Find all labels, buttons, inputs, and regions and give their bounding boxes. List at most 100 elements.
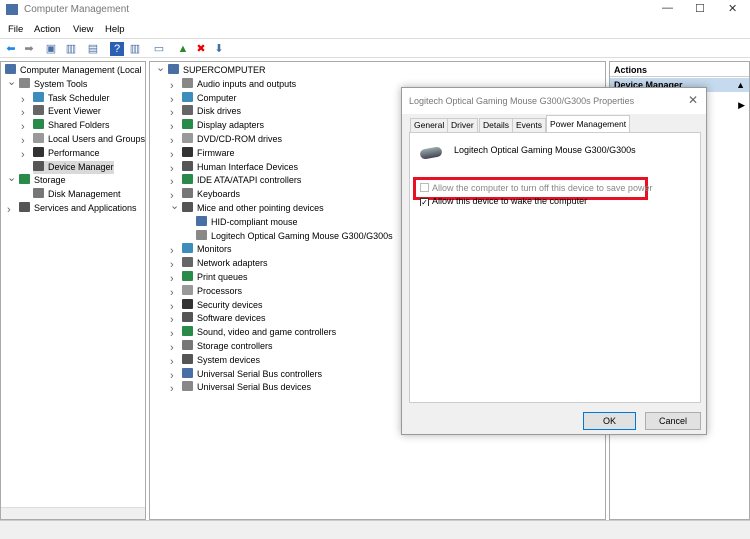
uninstall-icon[interactable]: ✖ — [194, 42, 208, 56]
expand-chevron-icon[interactable]: › — [170, 259, 174, 271]
expand-chevron-icon[interactable]: › — [170, 314, 174, 326]
update-driver-icon[interactable]: ▲ — [176, 42, 190, 56]
tab-general[interactable]: General — [410, 118, 449, 132]
tree-item[interactable]: Firmware — [182, 146, 235, 160]
tab-details[interactable]: Details — [479, 118, 513, 132]
allow-wake-checkbox[interactable]: ✓ Allow this device to wake the computer — [420, 198, 587, 206]
menu-help[interactable]: Help — [105, 24, 125, 35]
up-folder-icon[interactable]: ▣ — [44, 42, 58, 56]
collapse-icon[interactable]: ▲ — [736, 78, 745, 92]
minimize-button[interactable]: — — [662, 2, 673, 14]
tree-item[interactable]: Disk drives — [182, 105, 241, 118]
expand-chevron-icon[interactable]: › — [21, 121, 25, 133]
tree-item-label: Storage controllers — [197, 341, 273, 351]
tree-item[interactable]: Processors — [182, 284, 242, 298]
tree-item[interactable]: Services and Applications — [19, 202, 137, 215]
tree-item[interactable]: Disk Management — [33, 188, 121, 201]
tree-item[interactable]: Universal Serial Bus devices — [182, 381, 311, 394]
tree-item[interactable]: Human Interface Devices — [182, 160, 298, 174]
collapse-chevron-icon[interactable]: ⌄ — [7, 171, 16, 184]
tab-power-management[interactable]: Power Management — [546, 115, 631, 133]
tree-item[interactable]: Audio inputs and outputs — [182, 77, 296, 91]
menu-file[interactable]: File — [8, 24, 23, 35]
device-category-icon — [182, 174, 193, 185]
tree-item[interactable]: HID-compliant mouse — [196, 215, 298, 229]
expand-chevron-icon[interactable]: › — [170, 121, 174, 133]
expand-chevron-icon[interactable]: › — [170, 149, 174, 161]
expand-chevron-icon[interactable]: › — [170, 328, 174, 340]
tree-item[interactable]: SUPERCOMPUTER — [168, 64, 266, 77]
horizontal-scrollbar[interactable] — [1, 507, 145, 519]
expand-chevron-icon[interactable]: › — [170, 287, 174, 299]
expand-chevron-icon[interactable]: › — [170, 370, 174, 382]
menu-action[interactable]: Action — [34, 24, 60, 35]
tree-item[interactable]: System Tools — [19, 77, 87, 91]
expand-chevron-icon[interactable]: › — [21, 135, 25, 147]
tree-item[interactable]: Performance — [33, 146, 100, 160]
ok-button[interactable]: OK — [583, 412, 636, 430]
more-actions-icon[interactable]: ▶ — [738, 100, 745, 111]
tree-item[interactable]: System devices — [182, 353, 260, 367]
expand-chevron-icon[interactable]: › — [7, 204, 11, 216]
tree-item[interactable]: Monitors — [182, 243, 232, 256]
tab-events[interactable]: Events — [512, 118, 546, 132]
tree-item[interactable]: Display adapters — [182, 119, 264, 132]
disable-device-icon[interactable]: ⬇ — [212, 42, 226, 56]
tree-item[interactable]: Security devices — [182, 298, 263, 312]
tree-item[interactable]: Sound, video and game controllers — [182, 326, 336, 339]
properties-icon[interactable]: ▤ — [86, 42, 100, 56]
tree-item[interactable]: IDE ATA/ATAPI controllers — [182, 174, 301, 187]
tree-item[interactable]: Software devices — [182, 312, 266, 325]
cancel-button[interactable]: Cancel — [645, 412, 701, 430]
expand-chevron-icon[interactable]: › — [21, 94, 25, 106]
expand-chevron-icon[interactable]: › — [170, 176, 174, 188]
close-button[interactable]: ✕ — [728, 2, 737, 15]
tab-driver[interactable]: Driver — [447, 118, 478, 132]
dialog-close-button[interactable]: ✕ — [688, 93, 698, 107]
tree-item[interactable]: Device Manager — [33, 160, 114, 174]
expand-chevron-icon[interactable]: › — [21, 107, 25, 119]
tree-item[interactable]: Computer — [182, 91, 237, 105]
expand-chevron-icon[interactable]: › — [170, 245, 174, 257]
help-icon[interactable]: ? — [110, 42, 124, 56]
expand-chevron-icon[interactable]: › — [170, 273, 174, 285]
tree-item-label: Logitech Optical Gaming Mouse G300/G300s — [211, 230, 393, 241]
tree-item[interactable]: Shared Folders — [33, 119, 110, 132]
expand-chevron-icon[interactable]: › — [170, 135, 174, 147]
tree-item[interactable]: Storage controllers — [182, 340, 273, 353]
expand-chevron-icon[interactable]: › — [170, 356, 174, 368]
collapse-chevron-icon[interactable]: ⌄ — [170, 199, 179, 212]
tree-item[interactable]: Keyboards — [182, 188, 240, 201]
expand-chevron-icon[interactable]: › — [170, 301, 174, 313]
expand-chevron-icon[interactable]: › — [170, 383, 174, 395]
maximize-button[interactable]: ☐ — [695, 2, 705, 15]
menu-view[interactable]: View — [73, 24, 93, 35]
tree-item[interactable]: Logitech Optical Gaming Mouse G300/G300s — [196, 229, 393, 243]
checkbox-checked[interactable]: ✓ — [420, 198, 429, 206]
expand-chevron-icon[interactable]: › — [170, 80, 174, 92]
collapse-chevron-icon[interactable]: ⌄ — [156, 61, 165, 74]
tree-item[interactable]: Computer Management (Local — [5, 64, 142, 77]
collapse-chevron-icon[interactable]: ⌄ — [7, 75, 16, 88]
tree-item[interactable]: Print queues — [182, 271, 248, 284]
expand-chevron-icon[interactable]: › — [170, 163, 174, 175]
tree-item[interactable]: DVD/CD-ROM drives — [182, 133, 282, 146]
expand-chevron-icon[interactable]: › — [170, 342, 174, 354]
show-hide-tree-icon[interactable]: ▥ — [64, 42, 78, 56]
expand-chevron-icon[interactable]: › — [170, 107, 174, 119]
show-action-pane-icon[interactable]: ▥ — [128, 42, 142, 56]
expand-chevron-icon[interactable]: › — [21, 149, 25, 161]
tree-item[interactable]: Local Users and Groups — [33, 133, 145, 146]
monitor-icon[interactable]: ▭ — [152, 42, 166, 56]
forward-icon[interactable]: ➡ — [22, 42, 36, 56]
back-icon[interactable]: ⬅ — [4, 42, 18, 56]
tree-item[interactable]: Universal Serial Bus controllers — [182, 367, 322, 381]
tree-item[interactable]: Task Scheduler — [33, 91, 110, 105]
tree-item[interactable]: Event Viewer — [33, 105, 101, 118]
tree-item[interactable]: Network adapters — [182, 257, 268, 270]
tree-item[interactable]: Mice and other pointing devices — [182, 202, 324, 215]
checkbox-unchecked[interactable] — [420, 183, 429, 192]
tree-item[interactable]: Storage — [19, 174, 66, 187]
expand-chevron-icon[interactable]: › — [170, 94, 174, 106]
allow-turn-off-checkbox[interactable]: Allow the computer to turn off this devi… — [420, 183, 652, 193]
